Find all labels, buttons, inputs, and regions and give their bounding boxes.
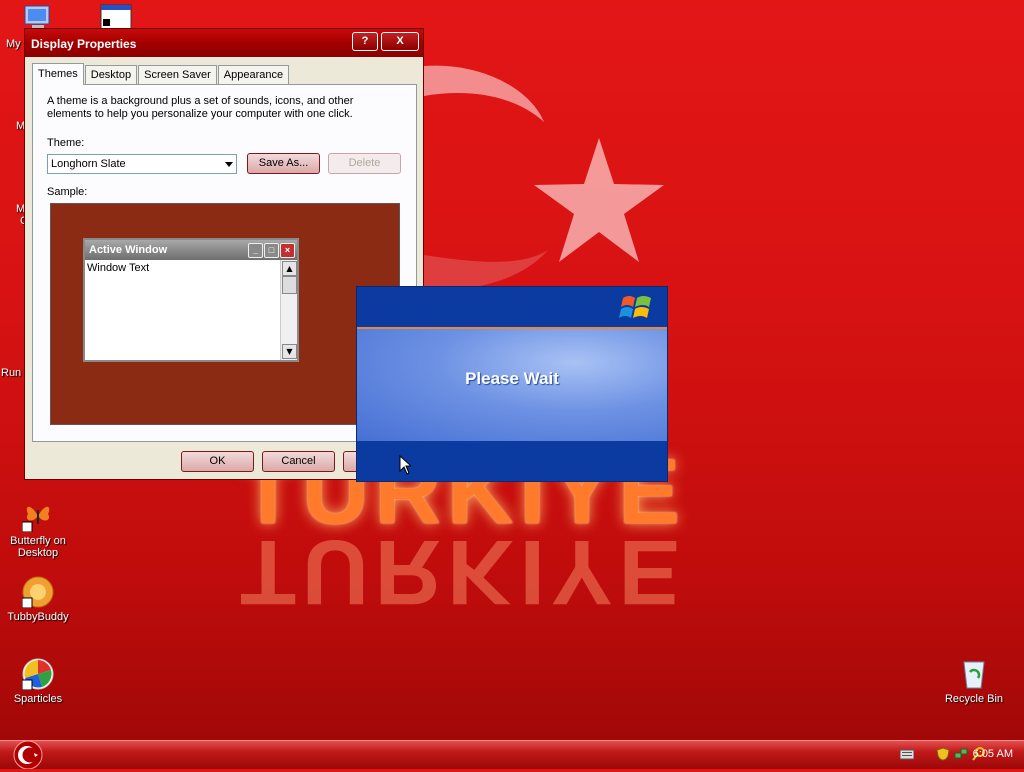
star-shape	[534, 138, 664, 262]
sparticles-icon-item[interactable]: Sparticles	[0, 658, 76, 705]
sample-window-titlebar: Active Window _ □ ×	[85, 240, 297, 260]
theme-description: A theme is a background plus a set of so…	[47, 95, 354, 120]
scroll-down-icon: ▼	[282, 344, 297, 359]
sparticles-icon	[22, 658, 54, 690]
tab-desktop[interactable]: Desktop	[84, 65, 138, 85]
my-computer-label: My	[6, 38, 21, 50]
tubbybuddy-icon	[22, 576, 54, 608]
close-button[interactable]: X	[381, 32, 419, 51]
delete-button[interactable]: Delete	[328, 153, 401, 174]
please-wait-dialog: Please Wait	[356, 286, 668, 482]
start-button[interactable]	[8, 740, 48, 770]
please-wait-message: Please Wait	[465, 369, 559, 388]
recycle-bin-label: Recycle Bin	[944, 693, 1004, 705]
recycle-bin-icon	[963, 661, 985, 689]
cancel-button[interactable]: Cancel	[262, 451, 335, 472]
taskbar: 6:05 AM	[0, 740, 1024, 770]
scroll-up-icon: ▲	[282, 261, 297, 276]
recycle-bin-icon-item[interactable]: Recycle Bin	[936, 658, 1012, 705]
network-icon[interactable]	[954, 747, 968, 761]
windows-logo-icon	[619, 296, 651, 318]
wallpaper-text-reflection: TURKIYE	[240, 521, 686, 623]
minimize-icon: _	[248, 243, 263, 258]
dropdown-arrow-icon	[225, 162, 233, 167]
system-tray: 6:05 AM	[874, 741, 1024, 769]
theme-select[interactable]: Longhorn Slate	[47, 154, 237, 174]
display-properties-titlebar[interactable]: Display Properties ? X	[25, 29, 423, 57]
tubbybuddy-icon-item[interactable]: TubbyBuddy	[0, 576, 76, 623]
run-label: Run	[1, 367, 22, 379]
butterfly-desktop-icon-item[interactable]: Butterfly on Desktop	[0, 500, 76, 559]
help-button[interactable]: ?	[352, 32, 378, 51]
butterfly-icon	[22, 506, 50, 532]
close-icon: ×	[280, 243, 295, 258]
sparticles-label: Sparticles	[13, 693, 63, 705]
save-as-button[interactable]: Save As...	[247, 153, 320, 174]
tab-appearance[interactable]: Appearance	[217, 65, 290, 85]
sample-window-title: Active Window	[89, 244, 168, 256]
tubbybuddy-label: TubbyBuddy	[7, 611, 69, 623]
theme-sample-preview: Active Window _ □ × Window Text ▲ ▼	[50, 203, 400, 425]
keyboard-icon[interactable]	[900, 747, 914, 761]
tab-strip: Themes Desktop Screen Saver Appearance	[32, 63, 290, 85]
mouse-cursor-icon	[399, 455, 411, 475]
sample-label: Sample:	[47, 186, 88, 198]
security-shield-icon[interactable]	[936, 747, 950, 761]
butterfly-label: Butterfly on Desktop	[10, 535, 66, 559]
taskbar-clock[interactable]: 6:05 AM	[973, 748, 1013, 760]
sample-scrollbar: ▲ ▼	[280, 260, 297, 360]
start-orb-icon	[13, 740, 43, 770]
sample-active-window: Active Window _ □ × Window Text ▲ ▼	[83, 238, 299, 362]
maximize-icon: □	[264, 243, 279, 258]
crescent-moon-lower	[424, 250, 548, 291]
crescent-moon	[424, 65, 544, 122]
theme-label: Theme:	[47, 137, 85, 149]
ok-button[interactable]: OK	[181, 451, 254, 472]
scroll-thumb	[282, 276, 297, 294]
theme-select-value: Longhorn Slate	[51, 158, 126, 170]
tab-themes[interactable]: Themes	[32, 63, 84, 85]
please-wait-header	[357, 287, 667, 327]
sample-window-text: Window Text	[87, 262, 150, 274]
window-title: Display Properties	[31, 37, 137, 51]
tab-screen-saver[interactable]: Screen Saver	[138, 65, 217, 85]
